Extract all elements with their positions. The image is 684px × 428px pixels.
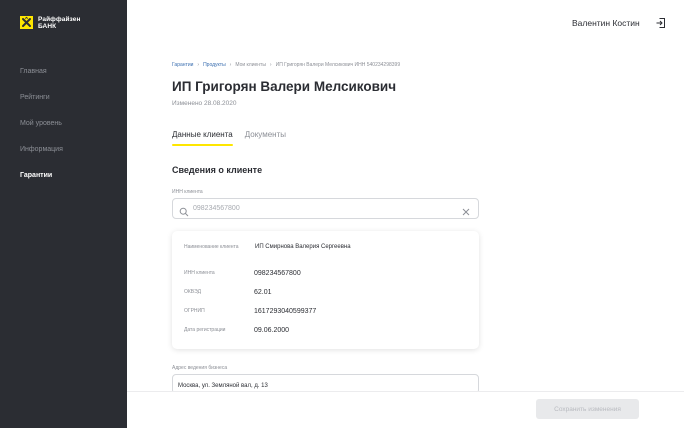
breadcrumb: Гарантии › Продукты › Мои клиенты › ИП Григоря… <box>172 62 400 68</box>
save-changes-button[interactable]: Сохранить изменения <box>536 399 639 419</box>
card-key: ОГРНИП <box>184 308 205 314</box>
card-key: Наименование клиента <box>184 244 239 250</box>
bank-name-line1: Райффайзен <box>38 16 81 23</box>
bank-name-line2: БАНК <box>38 23 57 30</box>
chevron-right-icon: › <box>229 62 232 68</box>
breadcrumb-current: ИП Григорян Валери Мелсикович ИНН 540234… <box>275 62 401 68</box>
sidebar: Райффайзен БАНК Главная Рейтинги Мой уро… <box>0 0 127 428</box>
close-icon[interactable] <box>461 204 471 216</box>
footer-bar: Сохранить изменения <box>127 391 684 428</box>
breadcrumb-products[interactable]: Продукты <box>203 62 226 68</box>
inn-field-label: ИНН клиента <box>172 189 203 195</box>
card-row-okved: ОКВЭД 62.01 <box>184 288 272 296</box>
inn-search-input[interactable]: 098234567800 <box>172 198 479 219</box>
card-row-registration-date: Дата регистрации 09.06.2000 <box>184 326 289 334</box>
chevron-right-icon: › <box>269 62 272 68</box>
tabs: Данные клиента Документы <box>172 130 298 146</box>
sidebar-item-my-level[interactable]: Мой уровень <box>20 119 63 145</box>
card-row-inn: ИНН клиента 098234567800 <box>184 269 301 277</box>
bank-logo[interactable]: Райффайзен БАНК <box>20 16 81 30</box>
chevron-right-icon: › <box>197 62 200 68</box>
sidebar-item-ratings[interactable]: Рейтинги <box>20 93 63 119</box>
search-icon <box>179 204 189 217</box>
card-key: Дата регистрации <box>184 327 226 333</box>
card-row-name: Наименование клиента ИП Смирнова Валерия… <box>184 243 351 251</box>
card-value: 098234567800 <box>254 269 301 277</box>
card-value: 09.06.2000 <box>254 326 290 334</box>
raiffeisen-logo-icon <box>20 16 33 29</box>
sidebar-item-guarantees[interactable]: Гарантии <box>20 171 63 197</box>
address-field-label: Адрес ведения бизнеса <box>172 365 228 371</box>
card-key: ИНН клиента <box>184 270 215 276</box>
card-value: ИП Смирнова Валерия Сергеевна <box>255 244 351 250</box>
sidebar-item-home[interactable]: Главная <box>20 67 63 93</box>
page-title: ИП Григорян Валери Мелсикович <box>172 79 397 94</box>
sidebar-item-information[interactable]: Информация <box>20 145 63 171</box>
breadcrumb-guarantees[interactable]: Гарантии <box>172 62 193 68</box>
modified-date: Изменено 28.08.2020 <box>172 100 237 107</box>
card-row-ogrnip: ОГРНИП 1617293040599377 <box>184 307 316 315</box>
card-value: 62.01 <box>254 288 272 296</box>
inn-search-value: 098234567800 <box>193 205 240 212</box>
logout-icon[interactable] <box>655 16 667 28</box>
breadcrumb-my-clients[interactable]: Мои клиенты <box>235 62 266 68</box>
card-value: 1617293040599377 <box>254 307 317 315</box>
sidebar-nav: Главная Рейтинги Мой уровень Информация … <box>20 67 63 197</box>
card-key: ОКВЭД <box>184 289 201 295</box>
bank-name: Райффайзен БАНК <box>38 16 81 30</box>
tab-documents[interactable]: Документы <box>245 130 286 146</box>
tab-client-data[interactable]: Данные клиента <box>172 130 233 146</box>
client-info-card: Наименование клиента ИП Смирнова Валерия… <box>172 231 479 349</box>
user-name[interactable]: Валентин Костин <box>572 18 640 28</box>
address-value: Москва, ул. Земляной вал, д. 13 <box>178 383 268 389</box>
section-title: Сведения о клиенте <box>172 165 263 175</box>
